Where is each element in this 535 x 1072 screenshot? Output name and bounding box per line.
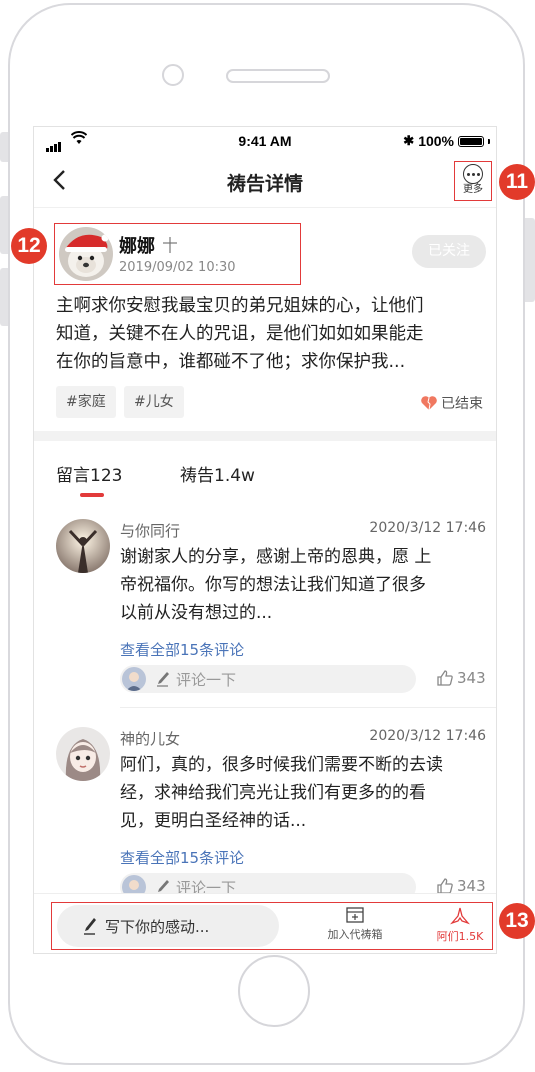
post-date: 2019/09/02 10:30 (119, 260, 236, 275)
speaker-grille (226, 69, 330, 83)
commenter-name: 神的儿女 (120, 730, 181, 748)
section-separator (34, 431, 496, 441)
callout-badge: 11 (499, 164, 535, 200)
prayer-line: 主啊求你安慰我最宝贝的弟兄姐妹的心，让他们 (56, 296, 424, 316)
mute-switch (0, 132, 8, 162)
tab-prayers[interactable]: 祷告1.4w (180, 461, 255, 486)
reply-placeholder: 评论一下 (176, 671, 237, 689)
prayer-box-icon (346, 907, 364, 923)
author-avatar[interactable] (59, 227, 113, 281)
status-bar: 9:41 AM ✱ 100% (34, 127, 496, 155)
app-screen: 9:41 AM ✱ 100% 祷告详情 更多 娜娜 2019/09/02 10:… (33, 126, 497, 954)
like-button[interactable]: 343 (436, 669, 486, 687)
follow-button[interactable]: 已关注 (412, 235, 486, 268)
pen-icon (83, 917, 97, 939)
view-all-comments-link[interactable]: 查看全部15条评论 (120, 847, 244, 868)
thumbs-up-icon (437, 670, 453, 686)
prayer-line: 知道，关键不在人的咒诅，是他们如如如果能走 (56, 324, 424, 344)
ended-label: 已结束 (441, 396, 483, 412)
write-placeholder: 写下你的感动... (105, 918, 210, 936)
home-button[interactable] (238, 955, 310, 1027)
comment-line: 阿们，真的，很多时候我们需要不断的去读 (120, 755, 443, 775)
bottom-actions: 写下你的感动... 加入代祷箱 阿们1.5K (51, 902, 493, 950)
tab-bar: 留言123 祷告1.4w (34, 441, 496, 501)
praying-hands-icon (449, 907, 471, 925)
comment-line: 帝祝福你。你写的想法让我们知道了很多 (120, 575, 426, 595)
add-prayer-box-button[interactable]: 加入代祷箱 (320, 907, 390, 942)
view-all-comments-link[interactable]: 查看全部15条评论 (120, 639, 244, 660)
cross-icon (161, 236, 179, 258)
like-count: 343 (457, 669, 486, 687)
write-input[interactable]: 写下你的感动... (57, 905, 279, 947)
comment-line: 谢谢家人的分享，感谢上帝的恩典，愿 上 (120, 547, 432, 567)
commenter-avatar[interactable] (56, 727, 110, 781)
battery-icon (458, 135, 484, 147)
commenter-name: 与你同行 (120, 522, 181, 540)
add-prayer-box-label: 加入代祷箱 (327, 928, 383, 941)
more-icon (463, 164, 483, 184)
more-button[interactable]: 更多 (454, 161, 492, 201)
power-button (525, 218, 535, 302)
bottom-action-bar: 写下你的感动... 加入代祷箱 阿们1.5K (34, 893, 496, 953)
tag-children[interactable]: #儿女 (124, 386, 184, 418)
user-avatar (122, 667, 146, 691)
comment-line: 经，求神给我们亮光让我们有更多的的看 (120, 783, 426, 803)
tab-comments[interactable]: 留言123 (56, 461, 122, 486)
ended-status: 已结束 (420, 393, 483, 413)
commenter-avatar[interactable] (56, 519, 110, 573)
pen-icon (156, 671, 170, 691)
heart-icon (421, 396, 437, 411)
comment-time: 2020/3/12 17:46 (369, 520, 486, 536)
more-label: 更多 (463, 184, 483, 195)
amen-label: 阿们1.5K (436, 930, 484, 943)
prayer-line: 在你的旨意中，谁都碰不了他；求你保护我... (56, 352, 406, 372)
comment-text: 阿们，真的，很多时候我们需要不断的去读 经，求神给我们亮光让我们有更多的的看 见… (120, 751, 490, 835)
page-title: 祷告详情 (226, 173, 303, 195)
amen-button[interactable]: 阿们1.5K (432, 907, 488, 944)
author-info[interactable]: 娜娜 2019/09/02 10:30 (54, 223, 301, 285)
bluetooth-icon: ✱ (403, 133, 415, 148)
tag-family[interactable]: #家庭 (56, 386, 116, 418)
tab-indicator (80, 493, 104, 497)
camera-icon (162, 64, 184, 86)
reply-input[interactable]: 评论一下 (120, 665, 416, 693)
volume-down-button (0, 268, 8, 326)
callout-badge: 12 (11, 228, 47, 264)
volume-up-button (0, 196, 8, 254)
prayer-text: 主啊求你安慰我最宝贝的弟兄姐妹的心，让他们 知道，关键不在人的咒诅，是他们如如如… (56, 292, 486, 376)
nav-bar: 祷告详情 更多 (34, 155, 496, 208)
comment-text: 谢谢家人的分享，感谢上帝的恩典，愿 上 帝祝福你。你写的想法让我们知道了很多 以… (120, 543, 490, 627)
comment-divider (120, 707, 496, 708)
comment-line: 见，更明白圣经神的话... (120, 811, 307, 831)
author-name: 娜娜 (119, 236, 155, 257)
battery-percent: 100% (418, 133, 454, 149)
comment-time: 2020/3/12 17:46 (369, 728, 486, 744)
callout-badge: 13 (499, 903, 535, 939)
comment-line: 以前从没有想过的... (120, 603, 273, 623)
